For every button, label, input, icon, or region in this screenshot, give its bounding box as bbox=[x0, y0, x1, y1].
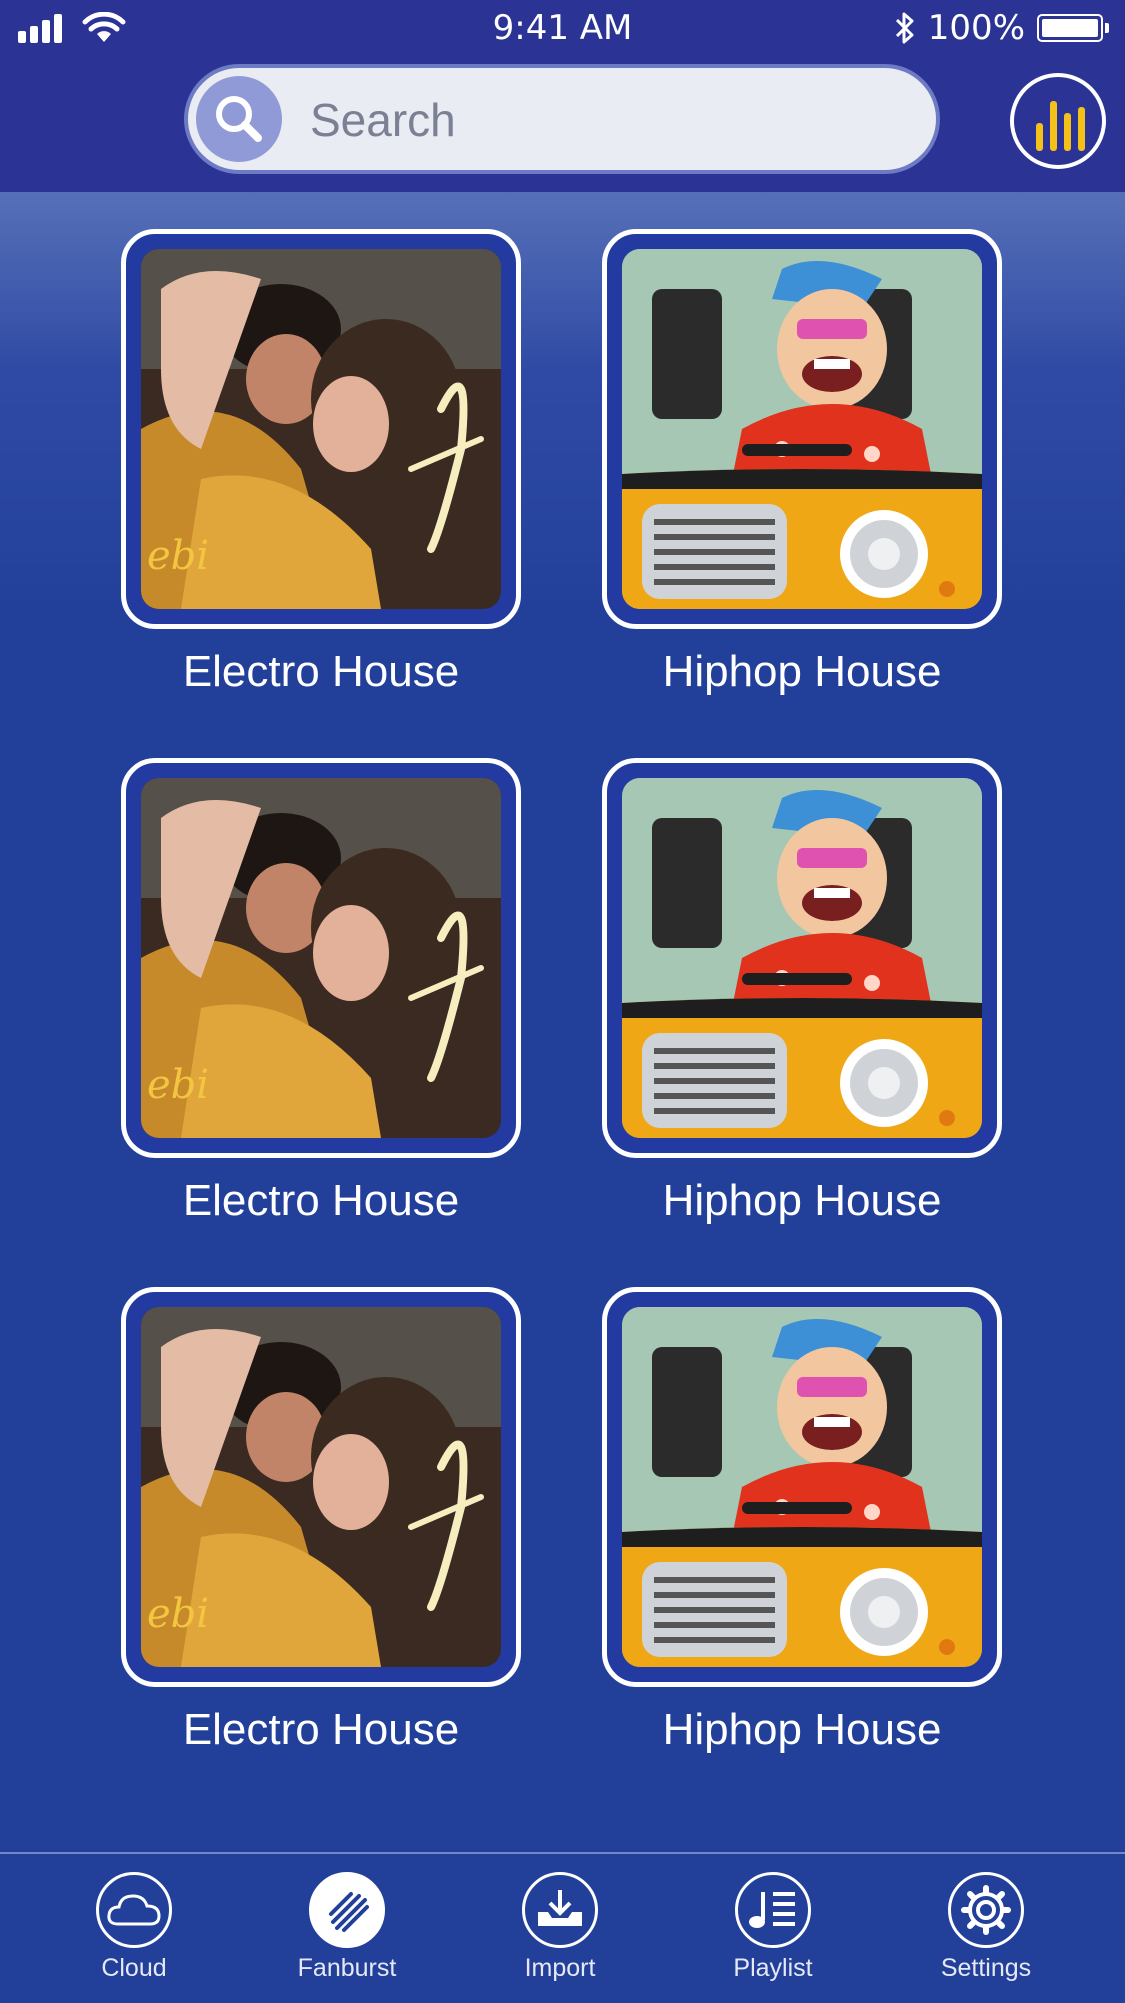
settings-icon[interactable] bbox=[948, 1872, 1024, 1948]
import-icon[interactable] bbox=[522, 1872, 598, 1948]
album-frame[interactable] bbox=[121, 229, 521, 629]
battery-percent: 100% bbox=[927, 8, 1025, 48]
tile-hiphop-house-1[interactable]: Hiphop House bbox=[602, 229, 1002, 697]
tile-label: Hiphop House bbox=[662, 1705, 942, 1754]
bluetooth-icon bbox=[895, 12, 914, 44]
tab-label: Import bbox=[524, 1954, 596, 1982]
album-art-couple bbox=[141, 1307, 501, 1667]
playlist-icon[interactable] bbox=[735, 1872, 811, 1948]
tile-hiphop-house-2[interactable]: Hiphop House bbox=[602, 758, 1002, 1226]
tile-label: Hiphop House bbox=[662, 647, 942, 696]
album-frame[interactable] bbox=[121, 1287, 521, 1687]
album-art-couple bbox=[141, 778, 501, 1138]
album-art-car bbox=[622, 1307, 982, 1667]
tab-import[interactable]: Import bbox=[485, 1872, 635, 1983]
tile-hiphop-house-3[interactable]: Hiphop House bbox=[602, 1287, 1002, 1755]
tile-electro-house-1[interactable]: Electro House bbox=[121, 229, 521, 697]
album-art-couple bbox=[141, 249, 501, 609]
tab-label: Fanburst bbox=[297, 1954, 397, 1982]
tab-cloud[interactable]: Cloud bbox=[59, 1872, 209, 1983]
tab-playlist[interactable]: Playlist bbox=[698, 1872, 848, 1983]
status-right: 100% bbox=[894, 8, 1109, 48]
tab-label: Playlist bbox=[733, 1954, 813, 1982]
tile-label: Electro House bbox=[182, 1176, 460, 1225]
album-frame[interactable] bbox=[602, 1287, 1002, 1687]
search-input[interactable] bbox=[308, 68, 912, 172]
tab-fanburst[interactable]: Fanburst bbox=[272, 1872, 422, 1983]
battery-icon bbox=[1037, 14, 1109, 42]
album-frame[interactable] bbox=[121, 758, 521, 1158]
album-frame[interactable] bbox=[602, 758, 1002, 1158]
cloud-icon[interactable] bbox=[96, 1872, 172, 1948]
tile-label: Electro House bbox=[182, 1705, 460, 1754]
tab-label: Settings bbox=[940, 1954, 1032, 1982]
tile-electro-house-2[interactable]: Electro House bbox=[121, 758, 521, 1226]
album-art-car bbox=[622, 249, 982, 609]
search-icon[interactable] bbox=[196, 76, 282, 162]
tile-electro-house-3[interactable]: Electro House bbox=[121, 1287, 521, 1755]
tab-settings[interactable]: Settings bbox=[911, 1872, 1061, 1983]
tile-label: Hiphop House bbox=[662, 1176, 942, 1225]
equalizer-icon bbox=[1036, 101, 1085, 151]
album-frame[interactable] bbox=[602, 229, 1002, 629]
header: 9:41 AM 100% bbox=[0, 0, 1125, 192]
tab-label: Cloud bbox=[101, 1954, 167, 1982]
search-bar[interactable] bbox=[188, 68, 936, 172]
equalizer-button[interactable] bbox=[1010, 73, 1106, 169]
content-area: ebi bbox=[0, 192, 1125, 1852]
tab-bar: Cloud Fanburst Import Playlist Settings bbox=[0, 1852, 1125, 2003]
status-bar: 9:41 AM 100% bbox=[0, 0, 1125, 58]
album-art-car bbox=[622, 778, 982, 1138]
tile-label: Electro House bbox=[182, 647, 460, 696]
fanburst-icon[interactable] bbox=[309, 1872, 385, 1948]
